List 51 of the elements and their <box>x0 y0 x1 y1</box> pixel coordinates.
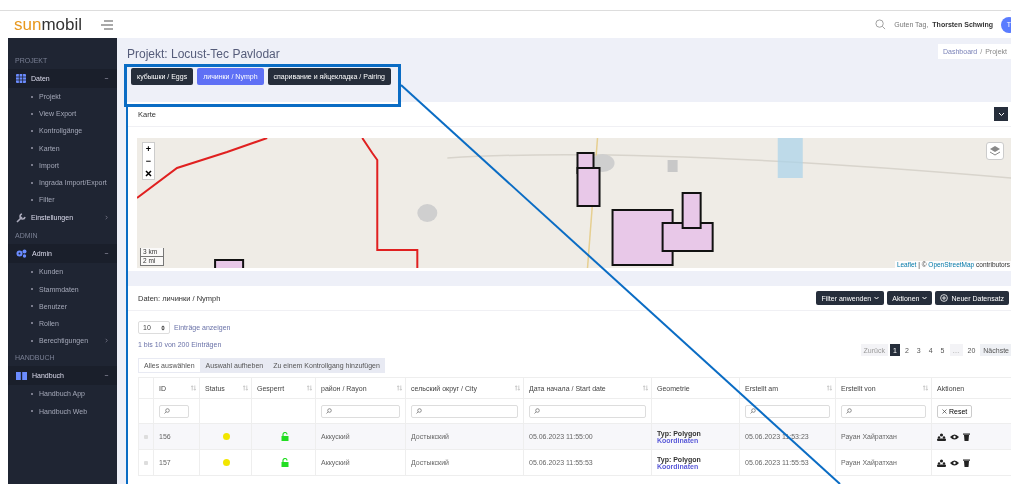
users-icon[interactable] <box>937 458 946 467</box>
search-icon <box>534 408 540 414</box>
filter-field[interactable] <box>529 404 646 418</box>
view-icon[interactable] <box>950 459 959 466</box>
sort-icon[interactable] <box>643 385 648 391</box>
search-icon <box>164 408 170 414</box>
plus-circle-icon <box>940 294 949 302</box>
collapse-button[interactable] <box>994 107 1008 121</box>
close-icon <box>942 408 947 414</box>
sort-icon[interactable] <box>515 385 520 391</box>
users-icon[interactable] <box>937 432 946 441</box>
caret-icon <box>922 296 928 300</box>
search-icon[interactable] <box>875 19 887 30</box>
logo[interactable]: sunmobil <box>14 14 83 35</box>
page-title: Projekt: Locust-Tec Pavlodar <box>127 47 280 61</box>
filter-field[interactable] <box>159 404 189 418</box>
layers-icon <box>989 145 1001 157</box>
minus-icon <box>104 373 109 379</box>
row-checkbox[interactable] <box>144 461 148 465</box>
book-icon <box>16 371 27 381</box>
delete-icon[interactable] <box>963 458 970 467</box>
minus-icon <box>104 251 109 257</box>
sort-icon[interactable] <box>243 385 248 391</box>
filter-field[interactable] <box>321 404 400 418</box>
search-icon <box>416 408 422 414</box>
filter-field[interactable] <box>745 404 830 418</box>
view-icon[interactable] <box>950 433 959 440</box>
fullscreen-icon <box>145 169 152 177</box>
sort-icon[interactable] <box>307 385 312 391</box>
chevron-down-icon <box>997 111 1005 117</box>
layers-button[interactable] <box>986 142 1004 160</box>
fullscreen-button[interactable] <box>143 167 154 179</box>
sort-icon[interactable] <box>923 385 928 391</box>
filter-field[interactable] <box>411 404 518 418</box>
sort-icon[interactable] <box>397 385 402 391</box>
wrench-icon <box>16 212 26 223</box>
menu-icon[interactable] <box>100 19 115 30</box>
minus-icon <box>104 76 109 81</box>
gears-icon <box>16 249 27 259</box>
table-icon <box>16 74 26 83</box>
sort-arrows-icon <box>161 324 165 331</box>
search-icon <box>326 408 332 414</box>
search-icon <box>846 408 852 414</box>
filter-field[interactable] <box>841 404 926 418</box>
sort-icon[interactable] <box>827 385 832 391</box>
chevron-right-icon <box>104 215 109 221</box>
delete-icon[interactable] <box>963 432 970 441</box>
search-icon <box>750 408 756 414</box>
sort-icon[interactable] <box>191 385 196 391</box>
chevron-right-icon <box>104 338 109 344</box>
caret-icon <box>874 296 880 300</box>
